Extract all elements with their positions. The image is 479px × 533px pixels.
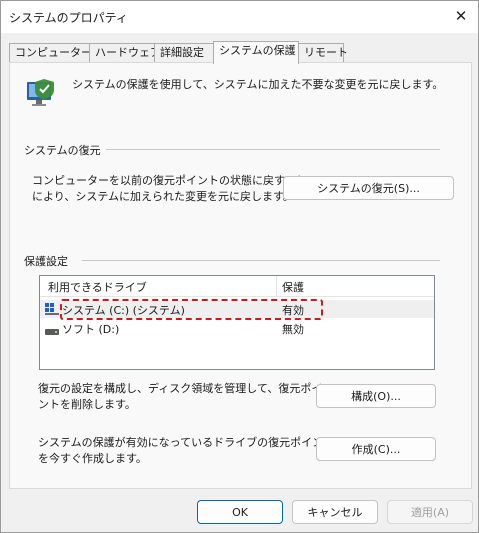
- configure-button[interactable]: 構成(O)...: [316, 384, 436, 408]
- restore-description-line2: により、システムに加えられた変更を元に戻します。: [32, 190, 294, 203]
- configure-description-line1: 復元の設定を構成し、ディスク領域を管理して、復元ポイ: [38, 382, 323, 395]
- drive-icon: [45, 325, 59, 335]
- system-drive-icon: [45, 303, 59, 315]
- drive-list[interactable]: 利用できるドライブ 保護 システム (C:) (システム) 有効 ソフト (D:…: [39, 275, 435, 370]
- drive-name-d: ソフト (D:): [62, 323, 120, 336]
- drive-row-d[interactable]: ソフト (D:) 無効: [40, 319, 434, 337]
- create-button[interactable]: 作成(C)...: [316, 437, 436, 461]
- ok-button[interactable]: OK: [197, 500, 283, 524]
- configure-description-line2: ントを削除します。: [38, 398, 136, 411]
- system-restore-button[interactable]: システムの復元(S)...: [283, 176, 454, 200]
- protection-group-title: 保護設定: [24, 255, 68, 268]
- title-bar: システムのプロパティ ✕: [1, 1, 478, 33]
- restore-divider: [106, 149, 440, 150]
- tab-advanced[interactable]: 詳細設定: [154, 43, 214, 63]
- tab-hardware[interactable]: ハードウェア: [89, 43, 161, 63]
- system-properties-window: システムのプロパティ ✕ コンピューター名 ハードウェア 詳細設定 システムの保…: [0, 0, 479, 533]
- column-header-drive[interactable]: 利用できるドライブ: [48, 279, 147, 295]
- window-title: システムのプロパティ: [9, 11, 128, 25]
- create-description-line2: を今すぐ作成します。: [38, 452, 147, 465]
- tab-panel: システムの保護を使用して、システムに加えた不要な変更を元に戻します。 システムの…: [9, 62, 472, 489]
- close-button[interactable]: ✕: [450, 5, 472, 27]
- intro-text: システムの保護を使用して、システムに加えた不要な変更を元に戻します。: [72, 78, 444, 91]
- create-description-line1: システムの保護が有効になっているドライブの復元ポイント: [38, 436, 335, 449]
- tab-system-protection[interactable]: システムの保護: [213, 41, 299, 64]
- restore-description-line1: コンピューターを以前の復元ポイントの状態に戻すこと: [32, 174, 307, 187]
- apply-button[interactable]: 適用(A): [387, 500, 473, 524]
- tab-remote[interactable]: リモート: [298, 43, 348, 63]
- annotation-highlight: [60, 299, 323, 320]
- protection-divider: [82, 260, 440, 261]
- cancel-button[interactable]: キャンセル: [292, 500, 378, 524]
- restore-group-title: システムの復元: [24, 144, 101, 157]
- list-header: 利用できるドライブ 保護: [40, 276, 434, 297]
- column-separator[interactable]: [276, 276, 277, 297]
- tab-computer-name[interactable]: コンピューター名: [9, 43, 103, 63]
- drive-protection-d: 無効: [282, 323, 304, 336]
- column-header-protection[interactable]: 保護: [282, 279, 304, 295]
- close-icon: ✕: [454, 7, 468, 25]
- computer-shield-icon: [24, 77, 58, 111]
